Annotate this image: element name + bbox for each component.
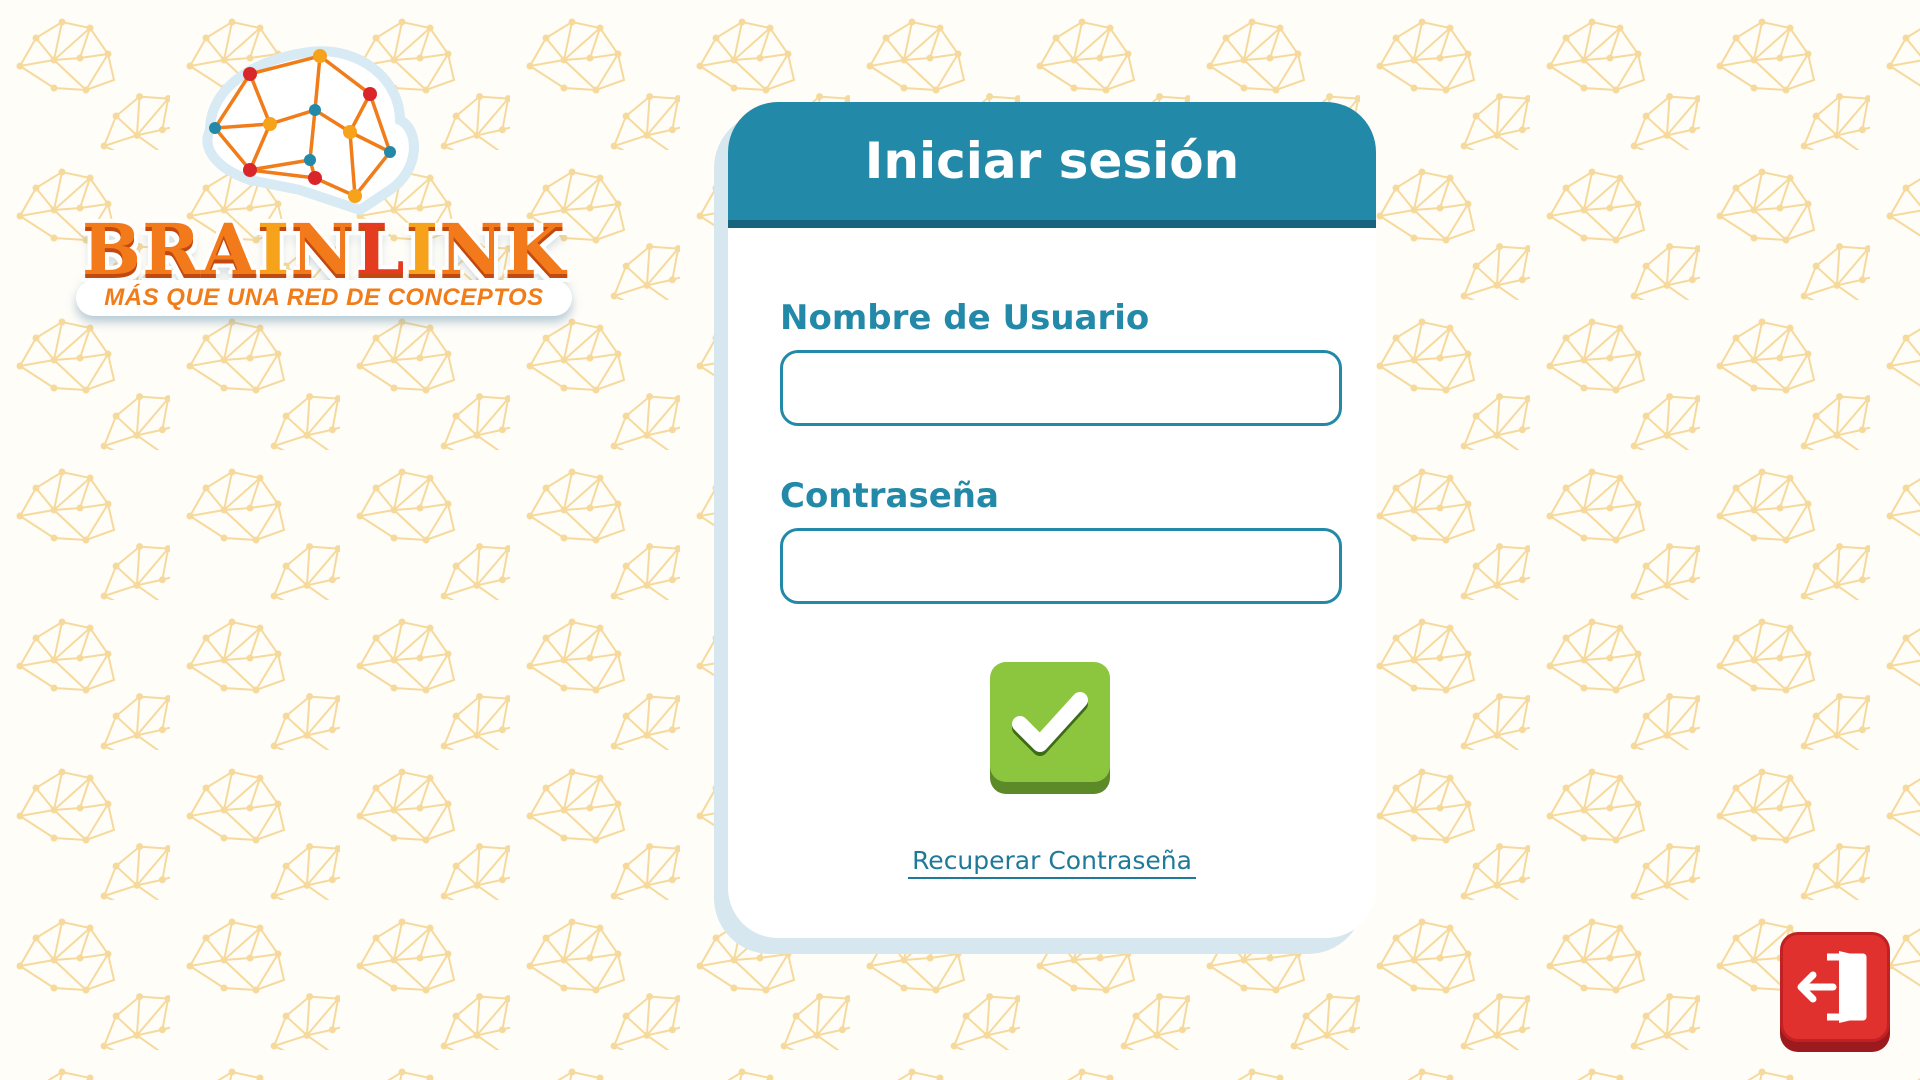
brand-name: BRAINLINK bbox=[81, 208, 567, 291]
exit-button[interactable] bbox=[1780, 932, 1890, 1052]
password-input[interactable] bbox=[780, 528, 1342, 604]
exit-button-face bbox=[1780, 932, 1890, 1042]
username-label: Nombre de Usuario bbox=[780, 298, 1150, 338]
login-card-header: Iniciar sesión bbox=[728, 102, 1376, 228]
username-input[interactable] bbox=[780, 350, 1342, 426]
submit-button-face bbox=[990, 662, 1110, 782]
login-card: Iniciar sesión Nombre de Usuario Contras… bbox=[728, 102, 1376, 938]
password-label: Contraseña bbox=[780, 476, 999, 516]
recover-password-link[interactable]: Recuperar Contraseña bbox=[908, 846, 1196, 879]
login-title: Iniciar sesión bbox=[864, 132, 1240, 190]
checkmark-icon bbox=[1012, 692, 1088, 756]
tagline-text: MÁS QUE UNA RED DE CONCEPTOS bbox=[104, 284, 544, 311]
logout-door-icon bbox=[1797, 951, 1867, 1023]
brainlink-logo: BRAINLINK MÁS QUE UNA RED DE CONCEPTOS bbox=[60, 40, 580, 340]
submit-login-button[interactable] bbox=[990, 662, 1110, 794]
brand-tagline: MÁS QUE UNA RED DE CONCEPTOS bbox=[76, 280, 572, 316]
